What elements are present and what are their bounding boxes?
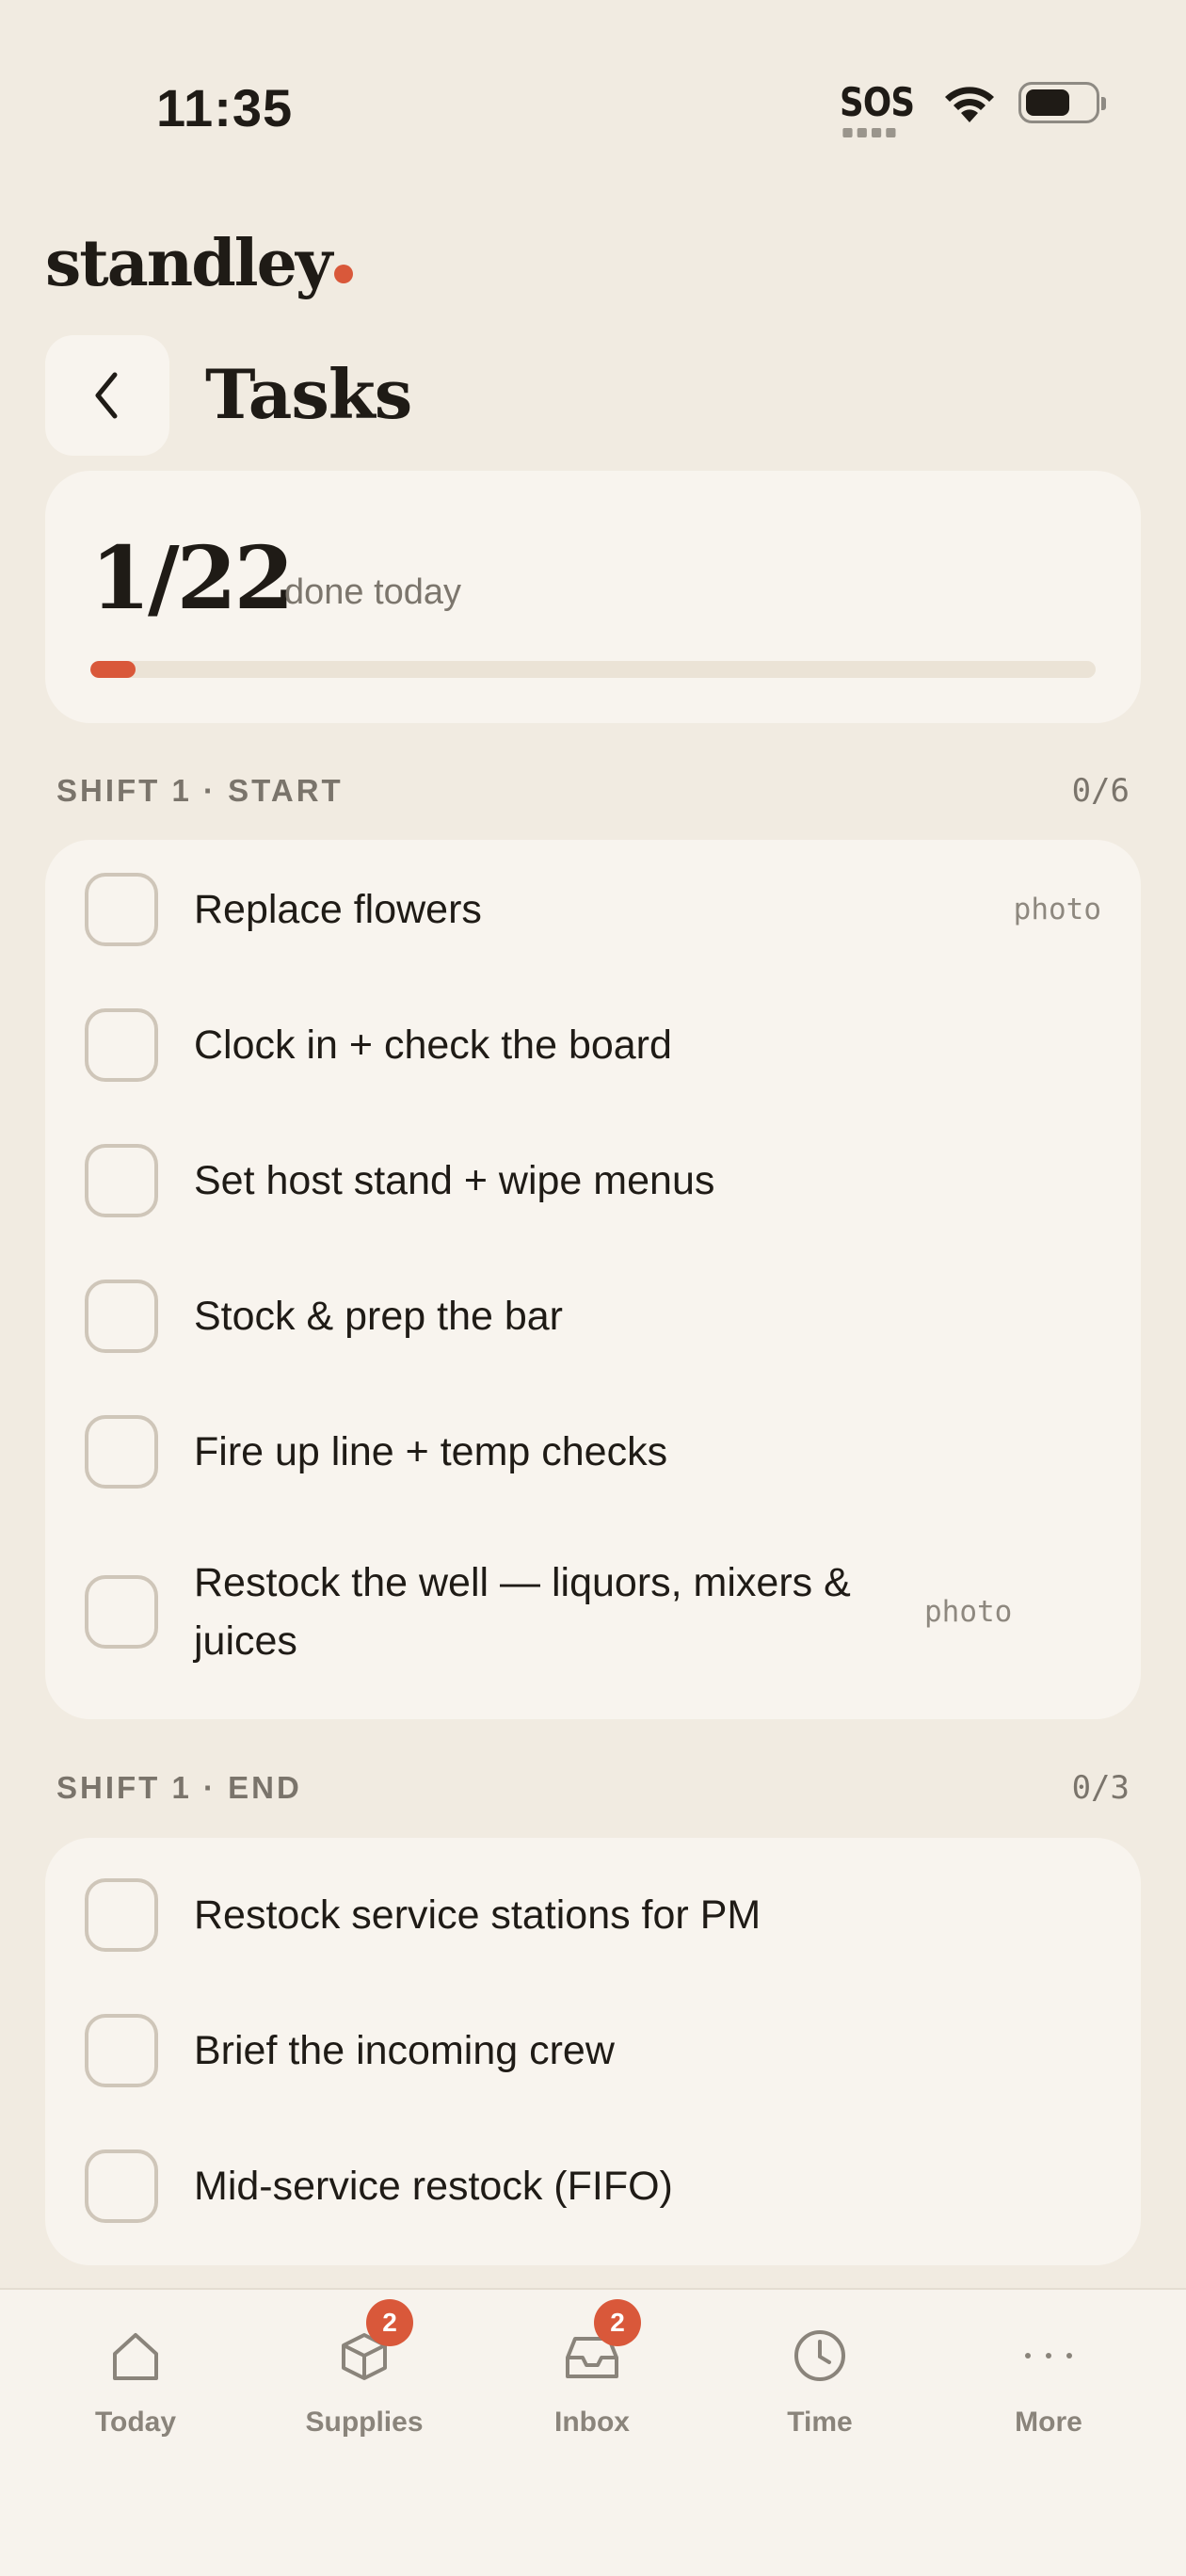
inbox-icon: 2 [554, 2299, 641, 2393]
progress-bar-fill [90, 661, 136, 678]
nav-item-supplies[interactable]: 2 Supplies [270, 2299, 458, 2439]
section-header: SHIFT 1 · START 0/6 [56, 772, 1130, 810]
nav-label: More [1015, 2407, 1082, 2438]
task-label: Fire up line + temp checks [194, 1429, 668, 1474]
section-count: 0/6 [1071, 772, 1130, 810]
task-label: Stock & prep the bar [194, 1294, 563, 1339]
sos-signal-dots [842, 128, 896, 137]
wifi-icon [945, 87, 994, 122]
task-card-shift-end: Restock service stations for PM Brief th… [45, 1838, 1141, 2265]
task-checkbox[interactable] [85, 1878, 158, 1952]
bottom-nav: Today 2 Supplies 2 Inbox Time More [0, 2288, 1186, 2576]
task-list: Restock service stations for PM Brief th… [45, 1847, 1141, 2254]
box-icon: 2 [327, 2299, 413, 2393]
brand-logo: standley [45, 226, 354, 301]
battery-icon [1018, 82, 1106, 123]
task-item[interactable]: Restock service stations for PM [45, 1847, 1141, 1983]
brand-name: standley [45, 226, 332, 301]
task-checkbox[interactable] [85, 1144, 158, 1217]
page-title: Tasks [205, 354, 412, 434]
photo-required-tag: photo [1013, 893, 1101, 926]
task-checkbox[interactable] [85, 1008, 158, 1082]
status-time: 11:35 [156, 78, 294, 137]
progress-card: 1/22 done today [45, 471, 1141, 723]
section-title: SHIFT 1 · START [56, 773, 344, 808]
progress-label: done today [284, 572, 462, 612]
brand-dot [334, 265, 354, 283]
inbox-badge: 2 [594, 2299, 641, 2346]
section-count: 0/3 [1071, 1769, 1130, 1807]
more-icon [1011, 2318, 1086, 2393]
status-icons: SOS [833, 81, 1106, 137]
task-item[interactable]: Fire up line + temp checks [45, 1384, 1141, 1520]
photo-required-tag: photo [924, 1595, 1013, 1629]
nav-label: Time [787, 2407, 853, 2438]
task-label: Clock in + check the board [194, 1022, 672, 1068]
task-checkbox[interactable] [85, 1415, 158, 1489]
task-item[interactable]: Clock in + check the board [45, 977, 1141, 1113]
nav-label: Inbox [554, 2407, 630, 2438]
task-checkbox[interactable] [85, 2014, 158, 2087]
nav-label: Supplies [305, 2407, 424, 2438]
sos-label: SOS [839, 79, 915, 125]
task-checkbox[interactable] [85, 2149, 158, 2223]
task-item[interactable]: Replace flowers photo [45, 842, 1141, 977]
task-item[interactable]: Set host stand + wipe menus [45, 1113, 1141, 1248]
clock-icon [782, 2318, 857, 2393]
task-label: Restock the well — liquors, mixers & jui… [194, 1560, 851, 1664]
nav-item-inbox[interactable]: 2 Inbox [498, 2299, 686, 2439]
nav-item-today[interactable]: Today [41, 2318, 230, 2439]
task-item[interactable]: Stock & prep the bar [45, 1248, 1141, 1384]
sos-indicator: SOS [840, 83, 915, 137]
task-checkbox[interactable] [85, 1280, 158, 1353]
section-header: SHIFT 1 · END 0/3 [56, 1769, 1130, 1807]
task-label: Restock service stations for PM [194, 1892, 761, 1938]
task-label: Mid-service restock (FIFO) [194, 2164, 673, 2209]
home-icon [98, 2318, 173, 2393]
chevron-left-icon [95, 372, 118, 419]
task-list: Replace flowers photo Clock in + check t… [45, 842, 1141, 1704]
section-title: SHIFT 1 · END [56, 1770, 302, 1805]
task-card-shift-start: Replace flowers photo Clock in + check t… [45, 840, 1141, 1719]
progress-count: 1/22 [90, 527, 295, 629]
task-checkbox[interactable] [85, 1575, 158, 1649]
nav-label: Today [94, 2407, 177, 2438]
progress-bar [90, 661, 1096, 678]
supplies-badge: 2 [366, 2299, 413, 2346]
task-checkbox[interactable] [85, 873, 158, 946]
task-item[interactable]: Brief the incoming crew [45, 1983, 1141, 2118]
task-label: Brief the incoming crew [194, 2028, 615, 2073]
task-label: Set host stand + wipe menus [194, 1158, 715, 1203]
nav-item-more[interactable]: More [954, 2318, 1143, 2439]
task-label: Replace flowers [194, 887, 482, 932]
task-item[interactable]: Restock the well — liquors, mixers & jui… [45, 1520, 1141, 1704]
status-bar: 11:35 SOS [0, 0, 1186, 217]
task-item[interactable]: Mid-service restock (FIFO) [45, 2118, 1141, 2254]
nav-item-time[interactable]: Time [726, 2318, 914, 2439]
back-button[interactable] [45, 335, 169, 456]
